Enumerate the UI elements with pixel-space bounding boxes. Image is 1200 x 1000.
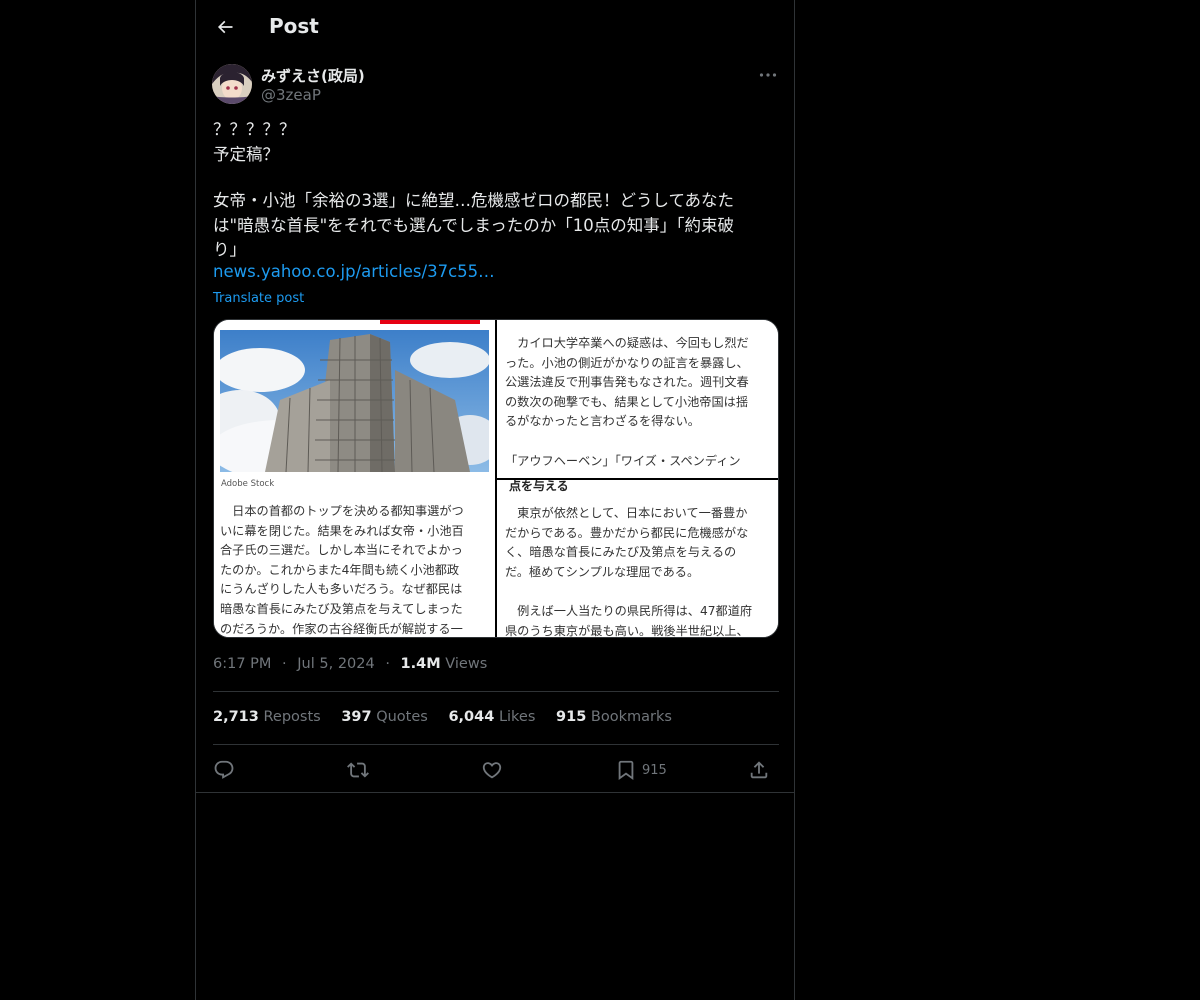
quotes-label: Quotes xyxy=(376,709,428,725)
share-button[interactable] xyxy=(748,756,770,784)
back-arrow-icon xyxy=(217,20,233,34)
meta-separator: · xyxy=(282,656,287,672)
meta-separator: · xyxy=(385,656,390,672)
article-line: るがなかったと言わざるを得ない。 xyxy=(505,414,700,429)
media-image-top-right[interactable]: カイロ大学卒業への疑惑は、今回もし烈だ った。小池の側近がかなりの証言を暴露し、… xyxy=(497,320,778,478)
article-line: いに幕を閉じた。結果をみれば女帝・小池百 xyxy=(220,523,464,538)
article-line: 日本の首都のトップを決める都知事選がつ xyxy=(220,504,464,518)
article-subheading: 点を与える xyxy=(509,480,569,493)
reply-button[interactable] xyxy=(213,756,235,784)
article-line: の数次の砲撃でも、結果として小池帝国は揺 xyxy=(505,394,749,409)
post-meta: 6:17 PM · Jul 5, 2024 · 1.4M Views xyxy=(213,656,487,672)
article-text-top-right: カイロ大学卒業への疑惑は、今回もし烈だ った。小池の側近がかなりの証言を暴露し、… xyxy=(505,334,749,471)
tweet-line: は"暗愚な首長"をそれでも選んでしまったのか「10点の知事」「約束破 xyxy=(213,215,734,235)
bookmarks-stat[interactable]: 915 Bookmarks xyxy=(556,709,672,725)
like-icon xyxy=(482,762,502,779)
translate-post-button[interactable]: Translate post xyxy=(213,291,304,306)
quotes-stat[interactable]: 397 Quotes xyxy=(341,709,428,725)
article-line: 公選法違反で刑事告発もなされた。週刊文春 xyxy=(505,375,749,390)
media-grid[interactable]: Adobe Stock 日本の首都のトップを決める都知事選がつ いに幕を閉じた。… xyxy=(213,319,779,638)
building-photo xyxy=(220,330,489,472)
reposts-label: Reposts xyxy=(263,709,321,725)
repost-icon xyxy=(347,762,369,778)
divider xyxy=(213,744,779,745)
tweet-line: 予定稿？ xyxy=(213,144,279,164)
article-link[interactable]: news.yahoo.co.jp/articles/37c55… xyxy=(213,262,495,281)
repost-button[interactable] xyxy=(347,756,369,784)
media-image-left[interactable]: Adobe Stock 日本の首都のトップを決める都知事選がつ いに幕を閉じた。… xyxy=(214,320,495,637)
tweet-line: り」 xyxy=(213,240,246,259)
bookmark-icon xyxy=(618,760,634,781)
article-line xyxy=(505,582,752,602)
article-line: く、暗愚な首長にみたび及第点を与えるの xyxy=(505,545,737,560)
bookmark-count: 915 xyxy=(642,762,667,778)
article-line: だ。極めてシンプルな理屈である。 xyxy=(505,564,700,579)
back-button[interactable] xyxy=(208,10,242,44)
action-bar: 915 xyxy=(213,756,779,784)
article-text-left: 日本の首都のトップを決める都知事選がつ いに幕を閉じた。結果をみれば女帝・小池百… xyxy=(220,502,464,637)
article-text-bottom-right: 東京が依然として、日本において一番豊か だからである。豊かだから都民に危機感がな… xyxy=(505,504,753,638)
article-line: だからである。豊かだから都民に危機感がな xyxy=(505,525,749,540)
likes-count: 6,044 xyxy=(448,709,495,725)
avatar[interactable] xyxy=(212,64,252,104)
share-icon xyxy=(750,761,768,779)
article-line xyxy=(505,432,749,452)
article-line: カイロ大学卒業への疑惑は、今回もし烈だ xyxy=(505,336,749,350)
article-line: 例えば一人当たりの県民所得は、47都道府 xyxy=(505,603,753,618)
article-line: 東京が依然として、日本において一番豊か xyxy=(505,506,748,520)
red-accent-bar xyxy=(380,320,480,324)
likes-stat[interactable]: 6,044 Likes xyxy=(448,709,535,725)
post-time[interactable]: 6:17 PM xyxy=(213,656,271,672)
bookmarks-count: 915 xyxy=(556,709,587,725)
bookmark-button[interactable]: 915 xyxy=(615,756,667,784)
photo-credit: Adobe Stock xyxy=(221,479,275,489)
main-column: Post みずえさ(政局) @3zeaP ？？？？？ 予定稿？ 女帝・小池「余裕… xyxy=(195,0,795,1000)
article-line: 暗愚な首長にみたび及第点を与えてしまった xyxy=(220,601,463,616)
article-line: 県のうち東京が最も高い。戦後半世紀以上、 xyxy=(505,623,749,638)
post-date[interactable]: Jul 5, 2024 xyxy=(297,656,374,672)
article-line: のだろうか。作家の古谷経衡氏が解説する一 xyxy=(220,621,463,636)
article-line: たのか。これからまた4年間も続く小池都政 xyxy=(220,562,460,577)
tweet-line: 女帝・小池「余裕の3選」に絶望…危機感ゼロの都民！どうしてあなた xyxy=(213,191,735,210)
views-label: Views xyxy=(445,656,488,672)
tweet-text: ？？？？？ 予定稿？ 女帝・小池「余裕の3選」に絶望…危機感ゼロの都民！どうして… xyxy=(213,118,779,263)
bookmarks-label: Bookmarks xyxy=(590,709,672,725)
user-display-name[interactable]: みずえさ(政局) xyxy=(261,65,365,86)
thread-divider xyxy=(196,792,794,793)
user-handle[interactable]: @3zeaP xyxy=(261,86,321,104)
quotes-count: 397 xyxy=(341,709,372,725)
reposts-stat[interactable]: 2,713 Reposts xyxy=(213,709,321,725)
likes-label: Likes xyxy=(498,709,536,725)
more-dots-icon xyxy=(759,73,777,77)
tweet-line: ？？？？？ xyxy=(213,120,296,139)
avatar-image-icon xyxy=(212,64,252,104)
like-button[interactable] xyxy=(481,756,503,784)
views-count: 1.4M xyxy=(400,656,441,672)
media-image-bottom-right[interactable]: 点を与える 東京が依然として、日本において一番豊か だからである。豊かだから都民… xyxy=(497,480,778,638)
reposts-count: 2,713 xyxy=(213,709,259,725)
divider xyxy=(213,691,779,692)
article-line: 合子氏の三選だ。しかし本当にそれでよかっ xyxy=(220,543,463,558)
engagement-stats: 2,713 Reposts 397 Quotes 6,044 Likes 915… xyxy=(213,709,688,725)
article-line: 「アウフヘーベン」「ワイズ・スペンディン xyxy=(505,453,741,468)
top-bar: Post xyxy=(196,0,794,53)
reply-icon xyxy=(214,760,234,779)
building-illustration-icon xyxy=(220,330,489,472)
page-title: Post xyxy=(269,14,319,38)
article-line: にうんざりした人も多いだろう。なぜ都民は xyxy=(220,582,463,597)
more-options-button[interactable] xyxy=(756,66,780,84)
article-line: った。小池の側近がかなりの証言を暴露し、 xyxy=(505,355,749,370)
